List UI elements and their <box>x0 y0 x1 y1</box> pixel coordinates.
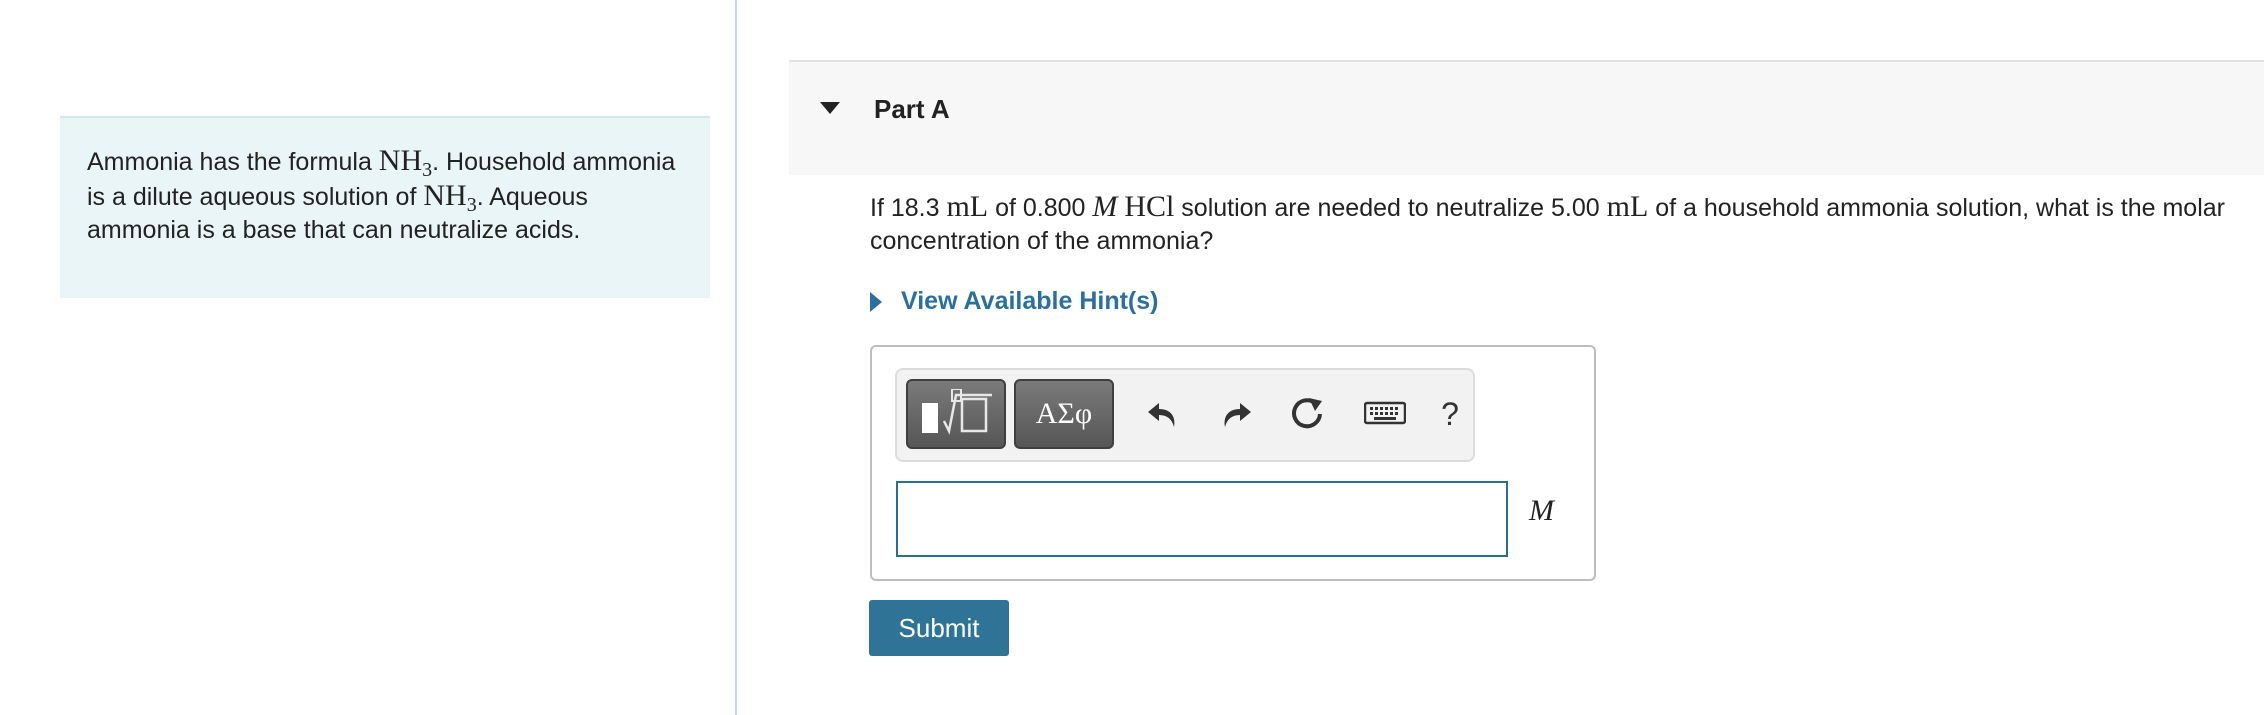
question-text: If 18.3 mL of 0.800 M HCl solution are n… <box>870 190 2240 258</box>
redo-button[interactable] <box>1210 388 1262 440</box>
reset-icon <box>1292 398 1322 429</box>
redo-icon <box>1224 403 1251 427</box>
undo-icon <box>1148 403 1175 427</box>
part-a-header[interactable]: Part A <box>789 60 2264 175</box>
unit-ml: mL <box>1606 190 1649 223</box>
intro-text-1: Ammonia has the formula <box>87 148 379 176</box>
formula-hcl: HCl <box>1124 190 1175 223</box>
answer-box: ΑΣφ ? M <box>870 345 1596 581</box>
submit-button[interactable]: Submit <box>869 600 1009 656</box>
unit-molar: M <box>1092 190 1118 223</box>
formula-nh3: NH3 <box>378 144 432 180</box>
view-hints-link[interactable]: View Available Hint(s) <box>869 287 1158 316</box>
math-toolbar: ΑΣφ ? <box>895 368 1475 462</box>
formula-base: NH <box>423 179 467 212</box>
undo-button[interactable] <box>1137 388 1189 440</box>
symbols-button[interactable]: ΑΣφ <box>1014 379 1114 449</box>
reset-button[interactable] <box>1282 388 1334 440</box>
panel-divider <box>735 0 737 715</box>
help-button[interactable]: ? <box>1427 388 1473 440</box>
keyboard-button[interactable] <box>1359 388 1411 440</box>
templates-button[interactable] <box>906 379 1006 449</box>
question-fragment: solution are needed to neutralize 5.00 <box>1174 194 1607 222</box>
answer-input[interactable] <box>896 481 1508 557</box>
formula-subscript: 3 <box>422 159 433 181</box>
templates-icon <box>922 389 992 435</box>
question-fragment: of 0.800 <box>988 194 1093 222</box>
keyboard-icon <box>1364 401 1406 425</box>
intro-panel: Ammonia has the formula NH3. Household a… <box>60 116 710 298</box>
part-title: Part A <box>874 94 950 124</box>
unit-ml: mL <box>946 190 989 223</box>
collapse-triangle-icon[interactable] <box>818 100 842 116</box>
hint-label: View Available Hint(s) <box>901 287 1159 315</box>
formula-nh3-second: NH3 <box>423 179 476 215</box>
question-fragment: If 18.3 <box>870 194 947 222</box>
formula-base: NH <box>378 144 423 177</box>
expand-triangle-icon <box>870 291 882 312</box>
answer-unit: M <box>1529 494 1554 527</box>
formula-subscript: 3 <box>466 194 477 216</box>
